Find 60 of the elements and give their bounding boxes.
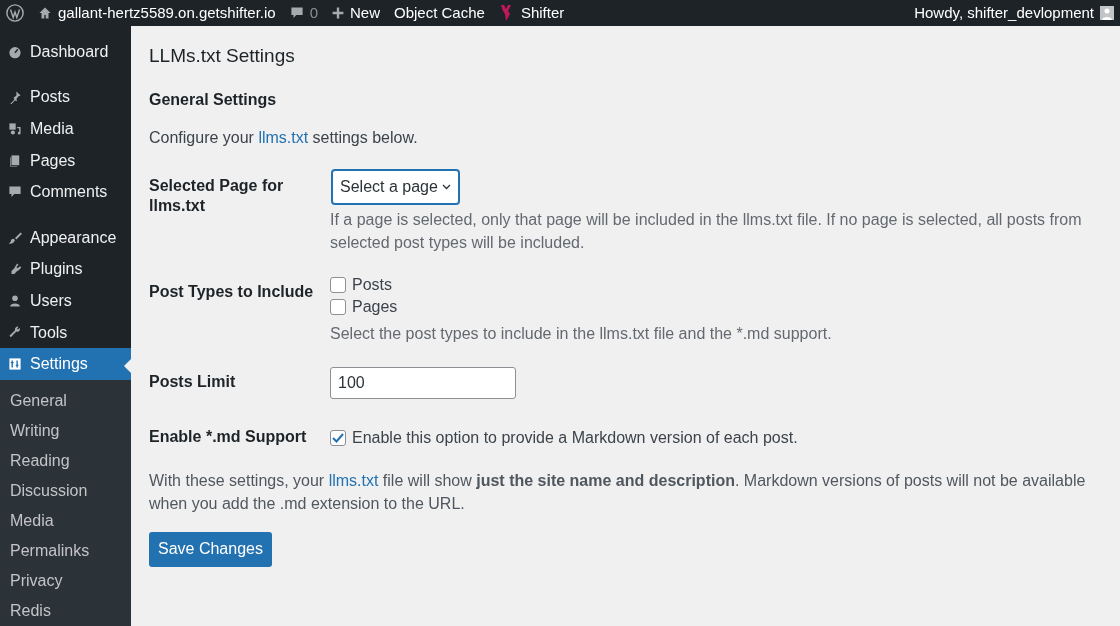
new-link[interactable]: New (350, 1, 380, 25)
wrench-icon (8, 325, 22, 340)
checkbox-label[interactable]: Enable this option to provide a Markdown version of each post. (352, 425, 798, 450)
checkbox-label[interactable]: Posts (352, 272, 392, 297)
pin-icon (8, 90, 22, 105)
field-label: Selected Page for llms.txt (149, 175, 285, 216)
checkbox[interactable] (330, 429, 346, 446)
media-icon (8, 122, 22, 136)
plus-icon[interactable] (332, 7, 344, 19)
settings-note: With these settings, your llms.txt file will show just the site name and description. Markdown versions of posts will not be available when you add the .md extension to the URL. (149, 470, 1087, 514)
sidebar-item[interactable]: Plugins (0, 253, 131, 286)
field-label: Posts Limit (149, 371, 237, 392)
save-changes-button[interactable]: Save Changes (149, 531, 272, 567)
submenu-item[interactable]: Permalinks (0, 535, 131, 566)
sidebar-item[interactable]: Posts (0, 81, 131, 114)
submenu-item[interactable]: Writing (0, 415, 131, 446)
field-description: Select the post types to include in the llms.txt file and the *.md support. (330, 323, 833, 344)
comment-icon[interactable] (289, 6, 304, 20)
section-heading: General Settings (149, 89, 278, 110)
field-label: Enable *.md Support (149, 426, 308, 447)
field-label: Post Types to Include (149, 281, 315, 302)
sidebar-item[interactable]: Dashboard (0, 36, 131, 68)
sidebar-item[interactable]: Pages (0, 144, 131, 177)
submenu-item[interactable]: Redis (0, 595, 131, 626)
sidebar-item[interactable]: Comments (0, 176, 131, 208)
current-menu-pointer (124, 359, 131, 374)
submenu-item[interactable]: Reading (0, 445, 131, 476)
comment-count[interactable]: 0 (309, 1, 318, 25)
sidebar-item[interactable]: Tools (0, 316, 131, 349)
sidebar-item[interactable]: Appearance (0, 221, 131, 254)
shifter-logo-icon[interactable] (498, 4, 513, 22)
checkbox[interactable] (330, 298, 346, 315)
llms-txt-link[interactable]: llms.txt (328, 471, 379, 489)
submenu-item[interactable]: Discussion (0, 475, 131, 506)
page-title: LLMs.txt Settings (149, 44, 296, 68)
brush-icon (8, 230, 22, 245)
submenu-item[interactable]: General (0, 385, 131, 416)
dashboard-icon (8, 44, 22, 59)
howdy-link[interactable]: Howdy, shifter_devlopment (914, 1, 1094, 25)
home-icon[interactable] (38, 6, 52, 20)
sidebar-item[interactable]: Media (0, 113, 131, 145)
posts-limit-input[interactable]: 100 (330, 366, 516, 399)
submenu-item[interactable]: Media (0, 505, 131, 536)
llms-txt-link[interactable]: llms.txt (258, 128, 309, 146)
checkbox[interactable] (330, 276, 346, 293)
user-icon (8, 293, 22, 308)
intro-text: Configure your llms.txt settings below. (149, 127, 419, 148)
pages-icon (8, 153, 22, 168)
chevron-icon (441, 183, 451, 190)
wordpress-logo-icon[interactable] (6, 4, 24, 22)
object-cache-link[interactable]: Object Cache (394, 1, 485, 25)
field-description: If a page is selected, only that page will be included in the llms.txt file. If no page is selected, all posts from selected post types will be included. (330, 209, 1083, 253)
site-name-link[interactable]: gallant-hertz5589.on.getshifter.io (58, 1, 276, 25)
submenu-item[interactable]: Privacy (0, 565, 131, 596)
checkbox-label[interactable]: Pages (352, 294, 398, 319)
page-select[interactable]: Select a page (332, 169, 459, 204)
sidebar-item[interactable]: Users (0, 285, 131, 317)
shifter-link[interactable]: Shifter (520, 1, 565, 25)
sliders-icon (8, 357, 22, 372)
sidebar-item[interactable]: Settings (0, 348, 131, 380)
